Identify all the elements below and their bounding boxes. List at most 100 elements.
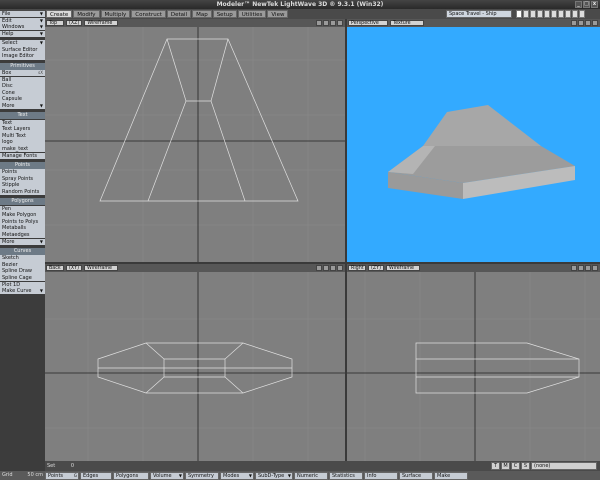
sidebar-button-help[interactable]: Help ▼	[0, 30, 45, 37]
render-mode-select[interactable]: Wireframe	[83, 265, 118, 271]
sidebar-button-manage-fonts[interactable]: Manage Fonts	[0, 152, 45, 159]
scene-select[interactable]: Space Travel - Ship	[446, 10, 512, 18]
tab-setup[interactable]: Setup	[212, 10, 237, 18]
sidebar-button-disc[interactable]: Disc	[0, 83, 45, 90]
viewport-top[interactable]: Top (XZ) Wireframe	[45, 19, 345, 262]
mode-button-statistics[interactable]: Statistics	[329, 471, 363, 480]
maximize-button[interactable]: □	[583, 1, 590, 8]
maximize-viewport-icon[interactable]	[592, 265, 598, 271]
mode-button-modes[interactable]: Modes ▼	[220, 471, 254, 480]
sidebar-button-logo[interactable]: logo	[0, 139, 45, 146]
view-select[interactable]: Back	[46, 265, 64, 271]
sidebar-button-file[interactable]: File ▼	[0, 11, 45, 18]
viewport-perspective[interactable]: Perspective Texture	[347, 19, 600, 262]
render-mode-select[interactable]: Wireframe	[84, 20, 119, 26]
sidebar-button-metaedges[interactable]: Metaedges	[0, 232, 45, 239]
mode-button-polygons[interactable]: Polygons	[113, 471, 149, 480]
layer-toggle[interactable]	[551, 10, 557, 18]
sidebar-button-spray-points[interactable]: Spray Points	[0, 175, 45, 183]
sidebar-button-edit[interactable]: Edit ▼	[0, 17, 45, 24]
layer-toggle[interactable]	[572, 10, 578, 18]
view-select[interactable]: Perspective	[348, 20, 388, 26]
layer-toggle[interactable]	[530, 10, 536, 18]
sidebar-button-spline-cage[interactable]: Spline Cage	[0, 275, 45, 282]
close-button[interactable]: x	[591, 1, 598, 8]
axis-select[interactable]: (XY)	[66, 265, 82, 271]
sidebar-button-box[interactable]: Box sX	[0, 70, 45, 77]
tab-construct[interactable]: Construct	[131, 10, 166, 18]
layer-toggle[interactable]	[537, 10, 543, 18]
view-select[interactable]: Top	[46, 20, 64, 26]
sidebar-button-random-points[interactable]: Random Points	[0, 189, 45, 196]
axis-select[interactable]: (ZY)	[368, 265, 384, 271]
sidebar-button-more[interactable]: More ▼	[0, 238, 45, 245]
viewport-canvas[interactable]	[347, 27, 600, 262]
mode-button-make[interactable]: Make	[434, 471, 468, 480]
sidebar-button-points-to-polys[interactable]: Points to Polys	[0, 218, 45, 226]
sidebar-button-multi-text[interactable]: Multi Text	[0, 132, 45, 140]
tab-utilities[interactable]: Utilities	[237, 10, 267, 18]
move-icon[interactable]	[316, 265, 322, 271]
maximize-viewport-icon[interactable]	[592, 20, 598, 26]
sidebar-button-sketch[interactable]: Sketch	[0, 255, 45, 262]
sidebar-button-bezier[interactable]: Bezier	[0, 261, 45, 269]
mode-button-edges[interactable]: Edges	[80, 471, 112, 480]
mode-button-volume[interactable]: Volume ▼	[150, 471, 184, 480]
sidebar-button-ball[interactable]: Ball	[0, 76, 45, 83]
sidebar-button-windows[interactable]: Windows ▼	[0, 24, 45, 31]
layer-button-s[interactable]: S	[521, 462, 530, 470]
sidebar-button-capsule[interactable]: Capsule	[0, 96, 45, 103]
viewport-right[interactable]: Right (ZY) Wireframe	[347, 264, 600, 461]
mode-button-surface[interactable]: Surface	[399, 471, 433, 480]
sidebar-button-points[interactable]: Points	[0, 169, 45, 176]
mode-button-symmetry[interactable]: Symmetry	[185, 471, 219, 480]
zoom-icon[interactable]	[585, 265, 591, 271]
sidebar-button-pen[interactable]: Pen	[0, 205, 45, 212]
sidebar-button-image-editor[interactable]: Image Editor	[0, 53, 45, 60]
sidebar-button-stipple[interactable]: Stipple	[0, 182, 45, 189]
view-select[interactable]: Right	[348, 265, 366, 271]
tab-view[interactable]: View	[267, 10, 289, 18]
sidebar-button-more[interactable]: More ▼	[0, 103, 45, 110]
viewport-canvas[interactable]	[45, 27, 345, 262]
layer-button-c[interactable]: C	[511, 462, 520, 470]
sidebar-button-make-curve[interactable]: Make Curve ▼	[0, 288, 45, 295]
sidebar-button-plot-1d[interactable]: Plot 1D	[0, 281, 45, 288]
viewport-canvas[interactable]	[45, 272, 345, 461]
maximize-viewport-icon[interactable]	[337, 265, 343, 271]
zoom-icon[interactable]	[330, 20, 336, 26]
render-mode-select[interactable]: Wireframe	[385, 265, 420, 271]
sidebar-button-make-polygon[interactable]: Make Polygon	[0, 212, 45, 219]
tab-detail[interactable]: Detail	[166, 10, 192, 18]
move-icon[interactable]	[571, 20, 577, 26]
tab-create[interactable]: Create	[46, 10, 73, 18]
tab-modify[interactable]: Modify	[73, 10, 100, 18]
rotate-icon[interactable]	[323, 20, 329, 26]
move-icon[interactable]	[316, 20, 322, 26]
layer-toggle[interactable]	[544, 10, 550, 18]
viewport-back[interactable]: Back (XY) Wireframe	[45, 264, 345, 461]
sidebar-button-text[interactable]: Text	[0, 119, 45, 126]
tab-map[interactable]: Map	[192, 10, 212, 18]
sidebar-button-surface-editor[interactable]: Surface Editor	[0, 46, 45, 54]
sidebar-button-select[interactable]: Select ▼	[0, 40, 45, 47]
maximize-viewport-icon[interactable]	[337, 20, 343, 26]
sidebar-button-make-text[interactable]: make_text	[0, 146, 45, 153]
surface-select[interactable]: (none)	[531, 462, 597, 470]
tab-multiply[interactable]: Multiply	[100, 10, 131, 18]
rotate-icon[interactable]	[578, 20, 584, 26]
layer-toggle[interactable]	[579, 10, 585, 18]
sidebar-button-cone[interactable]: Cone	[0, 89, 45, 97]
rotate-icon[interactable]	[578, 265, 584, 271]
render-mode-select[interactable]: Texture	[390, 20, 424, 26]
mode-button-numeric[interactable]: Numeric	[294, 471, 328, 480]
rotate-icon[interactable]	[323, 265, 329, 271]
layer-toggle[interactable]	[516, 10, 522, 18]
layer-button-m[interactable]: M	[501, 462, 510, 470]
layer-toggle[interactable]	[523, 10, 529, 18]
layer-toggle[interactable]	[565, 10, 571, 18]
axis-select[interactable]: (XZ)	[66, 20, 83, 26]
layer-toggle[interactable]	[558, 10, 564, 18]
zoom-icon[interactable]	[330, 265, 336, 271]
mode-button-info[interactable]: Info	[364, 471, 398, 480]
